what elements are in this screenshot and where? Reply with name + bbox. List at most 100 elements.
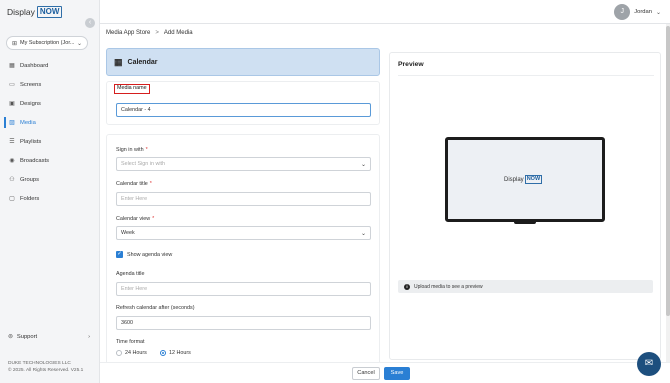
sidebar-item-label: Media: [20, 119, 36, 126]
calendar-view-label: Calendar view *: [116, 216, 155, 222]
groups-icon: ⚇: [9, 177, 15, 183]
sign-in-placeholder: Select Sign in with: [121, 161, 166, 167]
sidebar-item-label: Groups: [20, 176, 40, 183]
preview-logo: Display NOW: [504, 175, 543, 184]
user-menu[interactable]: J Jordan ⌄: [614, 4, 661, 20]
sidebar-item-playlists[interactable]: ☰ Playlists: [0, 132, 100, 151]
preview-title: Preview: [398, 61, 424, 68]
show-agenda-checkbox-row[interactable]: ✓ Show agenda view: [116, 251, 172, 258]
sidebar-item-dashboard[interactable]: ▦ Dashboard: [0, 56, 100, 75]
broadcasts-icon: ◉: [9, 158, 15, 164]
info-icon: i: [404, 283, 410, 290]
media-name-label: Media name: [114, 84, 150, 94]
chat-support-button[interactable]: ✉: [637, 352, 661, 376]
sidebar-item-label: Playlists: [20, 138, 42, 145]
calendar-settings-card: Sign in with * Select Sign in with ⌄ Cale…: [106, 134, 380, 374]
time-format-24-option[interactable]: 24 Hours: [116, 350, 147, 356]
sidebar-item-label: Folders: [20, 195, 40, 202]
preview-panel: Preview Display NOW i Upload media to se…: [389, 52, 661, 360]
folders-icon: ▢: [9, 196, 15, 202]
sidebar-item-label: Dashboard: [20, 62, 49, 69]
support-label: Support: [16, 334, 38, 340]
add-media-form: ▦ Calendar Media name Calendar - 4 Sign …: [106, 48, 381, 374]
dashboard-icon: ▦: [9, 63, 15, 69]
tablet-frame: Display NOW: [445, 137, 605, 222]
preview-logo-text: Display: [504, 176, 524, 183]
chat-icon: ✉: [644, 358, 654, 369]
chevron-down-icon: ⌄: [360, 161, 366, 168]
sidebar-item-broadcasts[interactable]: ◉ Broadcasts: [0, 151, 100, 170]
agenda-title-label: Agenda title: [116, 271, 145, 277]
calendar-title-input[interactable]: Enter Here: [116, 192, 371, 206]
media-name-card: Media name Calendar - 4: [106, 81, 380, 125]
breadcrumb: Media App Store > Add Media: [106, 30, 193, 36]
bottom-action-bar: Cancel Save: [100, 362, 670, 383]
avatar: J: [614, 4, 631, 20]
radio-12-hours[interactable]: [160, 350, 166, 356]
breadcrumb-separator: >: [155, 30, 159, 36]
chevron-down-icon: ⌄: [76, 40, 82, 47]
time-format-label: Time format: [116, 339, 145, 345]
sign-in-label: Sign in with *: [116, 147, 148, 153]
sign-in-select[interactable]: Select Sign in with ⌄: [116, 157, 371, 171]
sidebar-item-label: Screens: [20, 81, 42, 88]
sidebar-item-support[interactable]: ⊚ Support ›: [0, 330, 100, 344]
sidebar-item-screens[interactable]: ▭ Screens: [0, 75, 100, 94]
sidebar-item-media[interactable]: ▨ Media: [0, 113, 100, 132]
radio-12-hours-label: 12 Hours: [169, 350, 191, 356]
scrollbar-thumb[interactable]: [666, 26, 670, 316]
support-icon: ⊚: [8, 334, 13, 340]
sidebar-footer: DUKE TECHNOLOGIES LLC © 2025. All Rights…: [8, 360, 83, 374]
sidebar-item-designs[interactable]: ▣ Designs: [0, 94, 100, 113]
sidebar-item-folders[interactable]: ▢ Folders: [0, 189, 100, 208]
sidebar: Display NOW ‹ ⊞ My Subscription (Jor... …: [0, 0, 100, 383]
collapse-sidebar-button[interactable]: ‹: [85, 18, 95, 28]
show-agenda-checkbox[interactable]: ✓: [116, 251, 123, 258]
media-icon: ▨: [9, 120, 15, 126]
subscription-label: My Subscription (Jor...: [20, 40, 75, 46]
company-name: DUKE TECHNOLOGIES LLC: [8, 361, 71, 366]
save-button[interactable]: Save: [384, 367, 410, 380]
chevron-right-icon: ›: [88, 334, 90, 340]
logo-badge: NOW: [36, 6, 63, 18]
preview-logo-badge: NOW: [524, 175, 543, 184]
playlists-icon: ☰: [9, 139, 15, 145]
sidebar-item-label: Designs: [20, 100, 41, 107]
calendar-view-value: Week: [121, 230, 135, 236]
chevron-down-icon: ⌄: [360, 230, 366, 237]
chevron-down-icon: ⌄: [655, 9, 661, 16]
breadcrumb-parent[interactable]: Media App Store: [106, 30, 150, 36]
cancel-button[interactable]: Cancel: [352, 367, 380, 380]
app-header-card: ▦ Calendar: [106, 48, 380, 76]
top-bar: J Jordan ⌄: [100, 0, 670, 24]
breadcrumb-current: Add Media: [163, 30, 193, 36]
screens-icon: ▭: [9, 82, 15, 88]
calendar-icon: ▦: [114, 56, 123, 67]
media-name-input[interactable]: Calendar - 4: [116, 103, 371, 117]
time-format-12-option[interactable]: 12 Hours: [160, 350, 191, 356]
agenda-title-input[interactable]: Enter Here: [116, 282, 371, 296]
preview-note-text: Upload media to see a preview: [414, 283, 483, 290]
refresh-input[interactable]: 3600: [116, 316, 371, 330]
logo-text: Display: [7, 7, 35, 17]
radio-24-hours[interactable]: [116, 350, 122, 356]
designs-icon: ▣: [9, 101, 15, 107]
radio-24-hours-label: 24 Hours: [125, 350, 147, 356]
refresh-label: Refresh calendar after (seconds): [116, 305, 195, 311]
preview-note: i Upload media to see a preview: [398, 280, 653, 293]
sidebar-item-label: Broadcasts: [20, 157, 49, 164]
logo[interactable]: Display NOW: [7, 6, 63, 18]
calendar-view-select[interactable]: Week ⌄: [116, 226, 371, 240]
sidebar-nav: ▦ Dashboard ▭ Screens ▣ Designs ▨ Media …: [0, 56, 100, 208]
user-name: Jordan: [634, 9, 652, 15]
divider: [398, 75, 654, 76]
scrollbar[interactable]: [666, 24, 670, 362]
subscription-icon: ⊞: [12, 40, 18, 47]
subscription-select[interactable]: ⊞ My Subscription (Jor... ⌄: [6, 36, 88, 50]
show-agenda-label: Show agenda view: [127, 251, 173, 258]
app-title: Calendar: [127, 58, 158, 66]
calendar-title-label: Calendar title *: [116, 181, 152, 187]
copyright: © 2025. All Rights Reserved. V25.1: [8, 368, 84, 373]
sidebar-item-groups[interactable]: ⚇ Groups: [0, 170, 100, 189]
tablet-stand: [514, 221, 536, 224]
